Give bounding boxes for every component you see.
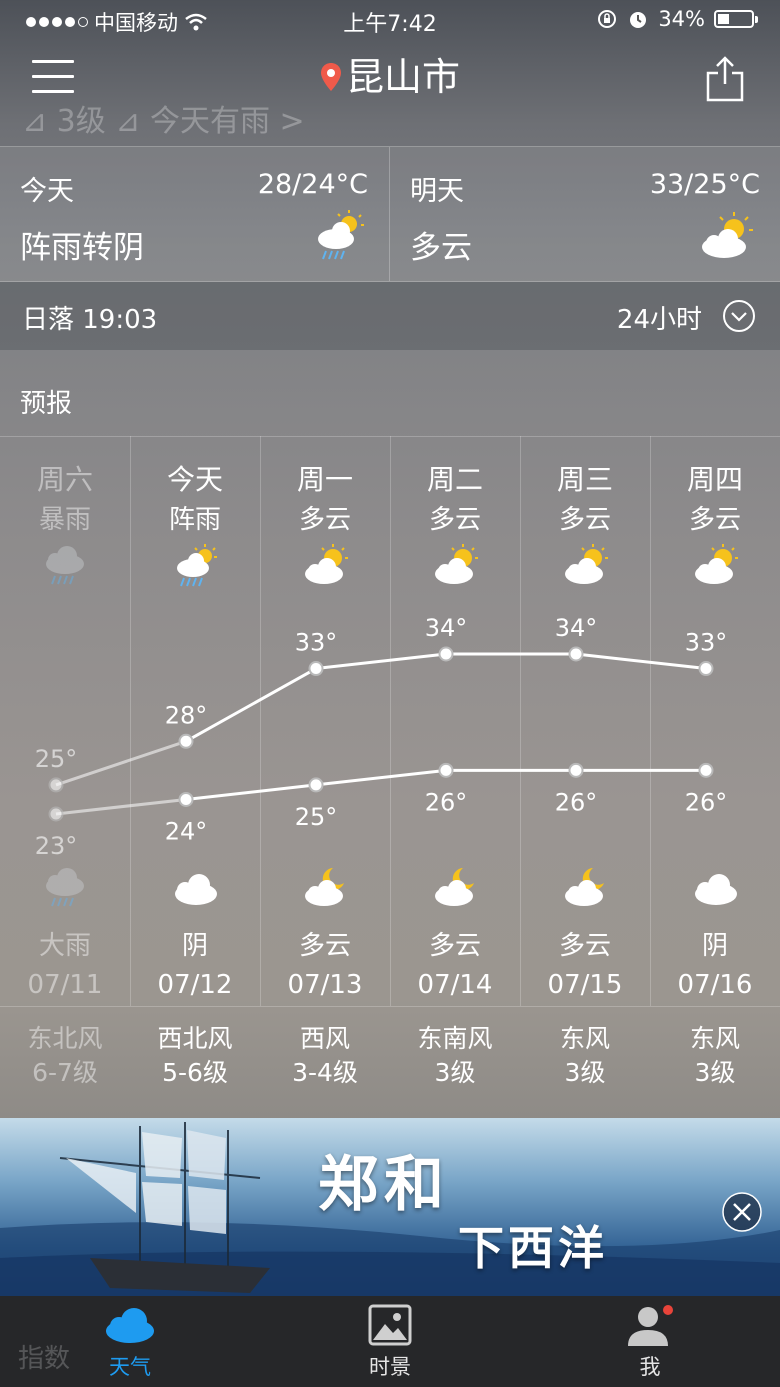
wind-direction: 东风: [559, 1024, 610, 1053]
forecast-date: 07/12: [157, 970, 233, 1000]
low-temp-label: 26°: [685, 788, 728, 816]
high-temp-point: [568, 646, 584, 662]
low-temp-segment: [185, 783, 317, 801]
forecast-wind: 西北风 5-6级: [130, 1022, 260, 1090]
today-desc: 阵雨转阴: [20, 230, 144, 266]
low-temp-point: [438, 762, 454, 778]
wind-level: 3级: [564, 1058, 606, 1087]
banner-title-line1: 郑和: [318, 1150, 450, 1220]
status-bar: 中国移动 上午7:42 34%: [0, 0, 780, 40]
sun-rain-icon: [318, 210, 364, 260]
high-temp-point: [438, 646, 454, 662]
forecast-wind: 东北风 6-7级: [0, 1022, 130, 1090]
tomorrow-label: 明天: [410, 176, 464, 207]
high-temp-label: 25°: [35, 745, 78, 773]
chevron-down-icon[interactable]: [722, 299, 756, 333]
wind-direction: 东风: [689, 1024, 740, 1053]
tomorrow-temp: 33/25°C: [649, 169, 760, 200]
wind-direction: 西北风: [157, 1024, 233, 1053]
high-temp-label: 34°: [425, 614, 468, 642]
tomorrow-desc: 多云: [410, 230, 472, 266]
sunset-bar: 日落 19:03 24小时: [0, 282, 780, 350]
forecast-night-weather: 多云: [558, 931, 611, 961]
low-temp-point: [48, 806, 64, 822]
low-temp-point: [308, 777, 324, 793]
wind-direction: 东南风: [417, 1024, 493, 1053]
forecast-date: 07/14: [417, 970, 493, 1000]
cloud-icon: [106, 1308, 154, 1343]
forecast-night-weather: 多云: [298, 931, 351, 961]
partly-cloudy-icon: [702, 212, 753, 258]
notification-badge: [663, 1305, 673, 1315]
today-temp: 28/24°C: [257, 169, 368, 200]
low-temp-point: [568, 762, 584, 778]
wind-level: 6-7级: [32, 1058, 98, 1087]
faded-tab-label: 指数: [18, 1344, 71, 1374]
low-temp-point: [178, 791, 194, 807]
low-temp-label: 26°: [555, 788, 598, 816]
low-temp-segment: [315, 768, 447, 787]
wind-level: 3-4级: [292, 1058, 358, 1087]
banner-title: 郑和 下西洋: [318, 1150, 608, 1276]
low-temp-label: 25°: [295, 803, 338, 831]
low-temp-label: 26°: [425, 788, 468, 816]
low-temp-label: 24°: [165, 817, 208, 845]
banner-title-line2: 下西洋: [458, 1221, 608, 1275]
faded-summary-text: ⊿ 3级 ⊿ 今天有雨 >: [22, 104, 305, 139]
forecast-night-weather: 阴: [701, 931, 728, 961]
battery-icon: [714, 10, 758, 28]
forecast-wind: 西风 3-4级: [260, 1022, 390, 1090]
close-ad-icon[interactable]: [721, 1191, 763, 1233]
high-temp-label: 33°: [685, 629, 728, 657]
forecast-date: 07/15: [547, 970, 623, 1000]
sunset-time: 日落 19:03: [22, 305, 158, 335]
user-icon: [628, 1305, 673, 1346]
share-icon[interactable]: [705, 56, 745, 102]
wind-level: 3级: [434, 1058, 476, 1087]
high-temp-label: 28°: [165, 701, 208, 729]
location-pin-icon: [320, 63, 341, 91]
wind-level: 5-6级: [162, 1058, 228, 1087]
alarm-icon: [630, 12, 647, 28]
forecast-wind: 东南风 3级: [390, 1022, 520, 1090]
high-temp-point: [308, 661, 324, 677]
high-temp-label: 34°: [555, 614, 598, 642]
forecast-title: 预报: [20, 389, 73, 419]
low-temp-label: 23°: [35, 832, 78, 860]
wind-direction: 东北风: [27, 1024, 103, 1053]
forecast-wind: 东风 3级: [520, 1022, 650, 1090]
today-tomorrow-panel: 今天 28/24°C 阵雨转阴 明天 33/25°C 多云: [0, 146, 780, 282]
battery-percent: 34%: [658, 7, 705, 31]
tab-me-label: 我: [639, 1355, 661, 1379]
high-temp-point: [48, 777, 64, 793]
wind-level: 3级: [694, 1058, 736, 1087]
forecast-night-weather: 阴: [181, 931, 208, 961]
low-temp-point: [698, 762, 714, 778]
tab-me[interactable]: 我: [590, 1304, 710, 1381]
low-temp-segment: [55, 797, 187, 816]
tab-scenery[interactable]: 时景: [330, 1304, 450, 1381]
wind-direction: 西风: [299, 1024, 350, 1053]
high-temp-label: 33°: [295, 629, 338, 657]
forecast-date: 07/13: [287, 970, 363, 1000]
high-temp-point: [178, 733, 194, 749]
temperature-chart: 25° 23° 28° 24° 33° 25° 34° 26° 34° 26° 33° 26°: [35, 614, 728, 860]
forecast-night-weather: 多云: [428, 931, 481, 961]
forecast-wind: 东风 3级: [650, 1022, 780, 1090]
tab-weather-label: 天气: [109, 1355, 151, 1379]
tab-weather[interactable]: 天气: [70, 1304, 190, 1381]
forecast-date: 07/16: [677, 970, 753, 1000]
tab-bar: 指数 天气 时景 我: [0, 1296, 780, 1387]
forecast-night-weather: 大雨: [38, 931, 91, 961]
photo-icon: [368, 1304, 412, 1346]
today-label: 今天: [20, 176, 74, 207]
rotation-lock-icon: [598, 10, 617, 28]
tab-scenery-label: 时景: [369, 1355, 411, 1379]
forecast-date: 07/11: [27, 970, 103, 1000]
city-name: 昆山市: [345, 55, 460, 99]
hourly-toggle-label[interactable]: 24小时: [617, 299, 702, 336]
city-selector[interactable]: 昆山市: [0, 46, 780, 101]
high-temp-point: [698, 661, 714, 677]
